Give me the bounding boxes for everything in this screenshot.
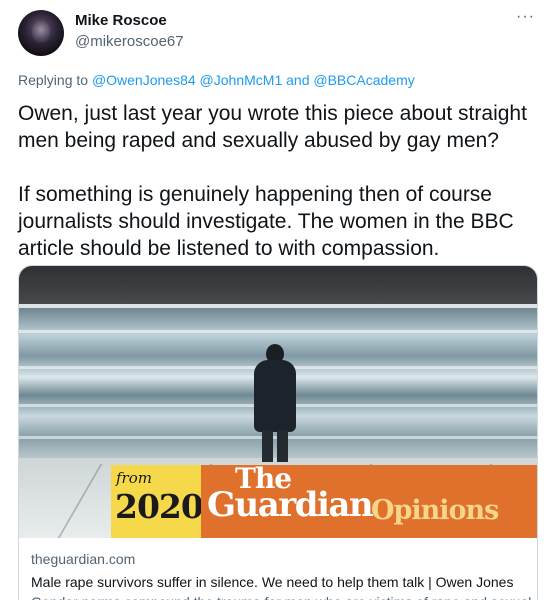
card-domain: theguardian.com (31, 551, 136, 567)
banner-from: from (116, 469, 152, 487)
station-ceiling (19, 266, 537, 304)
more-options-icon[interactable]: ··· (516, 9, 535, 25)
card-image[interactable]: from 2020 The Guardian Opinions (19, 266, 537, 538)
author-handle[interactable]: @mikeroscoe67 (75, 33, 184, 50)
banner-guardian: Guardian (207, 485, 374, 525)
mention-link[interactable]: @BBCAcademy (313, 72, 414, 88)
card-title[interactable]: Male rape survivors suffer in silence. W… (31, 572, 531, 592)
replying-to-prefix: Replying to (18, 72, 89, 88)
mention-and: and (286, 72, 310, 88)
tweet-paragraph: Owen, just last year you wrote this piec… (18, 102, 527, 152)
banner-year: 2020 (115, 487, 204, 526)
mention-link[interactable]: @JohnMcM1 (200, 72, 283, 88)
tweet-text: Owen, just last year you wrote this piec… (18, 100, 538, 262)
link-preview-card[interactable]: from 2020 The Guardian Opinions theguard… (18, 265, 538, 600)
banner-opinions: Opinions (371, 495, 499, 526)
replying-to-line: Replying to @OwenJones84 @JohnMcM1 and @… (18, 72, 415, 88)
tweet-paragraph: If something is genuinely happening then… (18, 183, 514, 260)
tweet[interactable]: Mike Roscoe @mikeroscoe67 ··· Replying t… (0, 0, 547, 600)
mention-link[interactable]: @OwenJones84 (92, 72, 196, 88)
card-meta[interactable]: theguardian.com Male rape survivors suff… (31, 550, 531, 600)
author-avatar[interactable] (18, 10, 64, 56)
card-description: Gender norms compound the trauma for men… (31, 592, 531, 600)
standing-person-figure (251, 344, 299, 462)
author-display-name[interactable]: Mike Roscoe (75, 12, 167, 29)
